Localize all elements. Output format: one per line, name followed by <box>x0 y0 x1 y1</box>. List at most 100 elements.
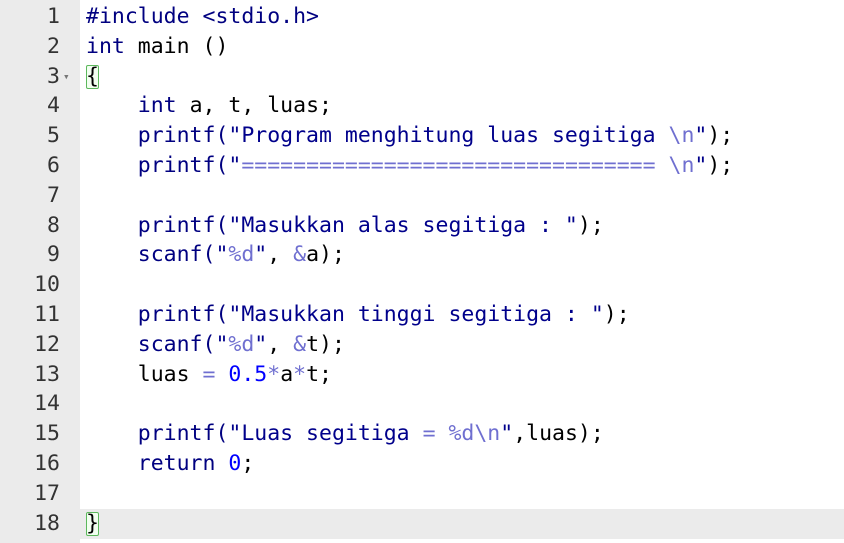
code-token: "Masukkan tinggi segitiga : " <box>228 302 604 327</box>
code-text[interactable]: scanf("%d", &a); <box>86 240 345 270</box>
code-token: main () <box>124 33 229 59</box>
code-token: & <box>293 242 307 268</box>
code-token: return <box>137 451 216 476</box>
code-text[interactable]: { <box>86 62 99 92</box>
code-line[interactable]: 11 printf("Masukkan tinggi segitiga : ")… <box>0 300 844 330</box>
code-token: 0.5 <box>228 361 268 387</box>
line-number: 6 <box>47 153 60 178</box>
code-line[interactable]: 14 <box>0 389 844 419</box>
code-token: scanf( <box>137 242 216 268</box>
code-token: " <box>254 242 268 268</box>
line-highlight <box>80 62 844 92</box>
code-text[interactable]: printf("Masukkan alas segitiga : "); <box>86 211 604 241</box>
code-text[interactable]: printf("Luas segitiga = %d\n",luas); <box>86 419 604 449</box>
line-number: 5 <box>47 123 60 149</box>
line-number: 1 <box>47 4 60 29</box>
code-token: " <box>254 331 268 357</box>
line-number: 18 <box>34 510 60 536</box>
code-line[interactable]: 4 int a, t, luas; <box>0 91 844 121</box>
code-line[interactable]: 9 scanf("%d", &a); <box>0 240 844 270</box>
code-token: " <box>500 421 514 447</box>
code-line[interactable]: 8 printf("Masukkan alas segitiga : "); <box>0 211 844 241</box>
code-line[interactable]: 10 <box>0 270 844 300</box>
code-token: int <box>137 93 177 119</box>
line-number: 4 <box>47 93 60 119</box>
code-text[interactable]: printf("Masukkan tinggi segitiga : "); <box>86 300 630 330</box>
code-token: \n <box>668 153 695 178</box>
code-token: ; <box>241 451 255 476</box>
code-token: ,luas); <box>513 421 604 447</box>
code-line[interactable]: 18} <box>0 508 844 539</box>
fold-toggle-icon[interactable]: ▾ <box>63 62 70 92</box>
code-token: scanf( <box>137 331 216 357</box>
code-token: " <box>694 153 708 178</box>
code-token: = <box>422 421 436 447</box>
code-token: , <box>267 331 294 357</box>
code-token: " <box>215 242 229 268</box>
line-highlight <box>80 479 844 509</box>
code-text[interactable]: #include <stdio.h> <box>86 2 319 32</box>
code-token: a); <box>306 242 345 268</box>
code-token: * <box>267 361 281 387</box>
code-token: "Masukkan alas segitiga : " <box>228 212 578 238</box>
code-line[interactable]: 3 ▾ { <box>0 62 844 92</box>
line-number: 2 <box>47 33 60 59</box>
code-line[interactable]: 1 #include <stdio.h> <box>0 2 844 32</box>
code-token: ); <box>707 123 734 149</box>
code-text[interactable]: } <box>86 509 99 539</box>
line-number: 13 <box>34 361 60 387</box>
code-token: int <box>86 33 125 59</box>
code-text[interactable]: return 0; <box>86 449 255 479</box>
line-number: 9 <box>47 242 60 268</box>
code-token: ================================ <box>241 153 656 178</box>
code-token: ); <box>577 212 604 238</box>
line-highlight <box>80 389 844 419</box>
code-text[interactable]: luas = 0.5*a*t; <box>86 360 332 390</box>
code-token: " <box>694 123 708 149</box>
code-text[interactable]: int a, t, luas; <box>86 91 332 121</box>
code-token: a <box>280 361 294 387</box>
code-token: %d <box>228 242 255 268</box>
line-number: 7 <box>47 182 60 208</box>
code-token: "Program menghitung luas segitiga <box>228 123 669 149</box>
code-line[interactable]: 5 printf("Program menghitung luas segiti… <box>0 121 844 151</box>
code-token: t); <box>306 331 345 357</box>
code-token: ); <box>707 153 734 178</box>
code-text[interactable]: int main () <box>86 32 228 62</box>
code-token: , <box>267 242 294 268</box>
line-number: 15 <box>34 421 60 447</box>
code-line[interactable]: 7 <box>0 181 844 211</box>
code-token: 0 <box>228 451 242 476</box>
code-text[interactable]: printf("================================… <box>86 151 733 181</box>
code-text[interactable]: printf("Program menghitung luas segitiga… <box>86 121 733 151</box>
line-number: 3 <box>47 63 60 89</box>
code-line[interactable]: 13 luas = 0.5*a*t; <box>0 360 844 390</box>
code-line[interactable]: 2 int main () <box>0 32 844 62</box>
code-text[interactable]: scanf("%d", &t); <box>86 330 345 360</box>
code-token: printf( <box>137 123 229 149</box>
code-line[interactable]: 17 <box>0 479 844 509</box>
line-highlight <box>80 181 844 211</box>
code-token: & <box>293 331 307 357</box>
line-number: 8 <box>47 212 60 238</box>
code-line[interactable]: 6 printf("==============================… <box>0 151 844 181</box>
code-token: = <box>202 361 216 387</box>
code-token: " <box>228 153 242 178</box>
code-editor[interactable]: 1 #include <stdio.h> 2 int main () 3 ▾ {4 int … <box>0 0 844 543</box>
code-token: a, t, luas; <box>176 93 332 119</box>
line-number: 10 <box>34 272 60 298</box>
code-token: %d\n <box>448 421 501 447</box>
code-token: t; <box>306 361 332 387</box>
line-highlight <box>80 508 844 539</box>
code-line[interactable]: 15 printf("Luas segitiga = %d\n",luas); <box>0 419 844 449</box>
code-line[interactable]: 12 scanf("%d", &t); <box>0 330 844 360</box>
code-line[interactable]: 16 return 0; <box>0 449 844 479</box>
